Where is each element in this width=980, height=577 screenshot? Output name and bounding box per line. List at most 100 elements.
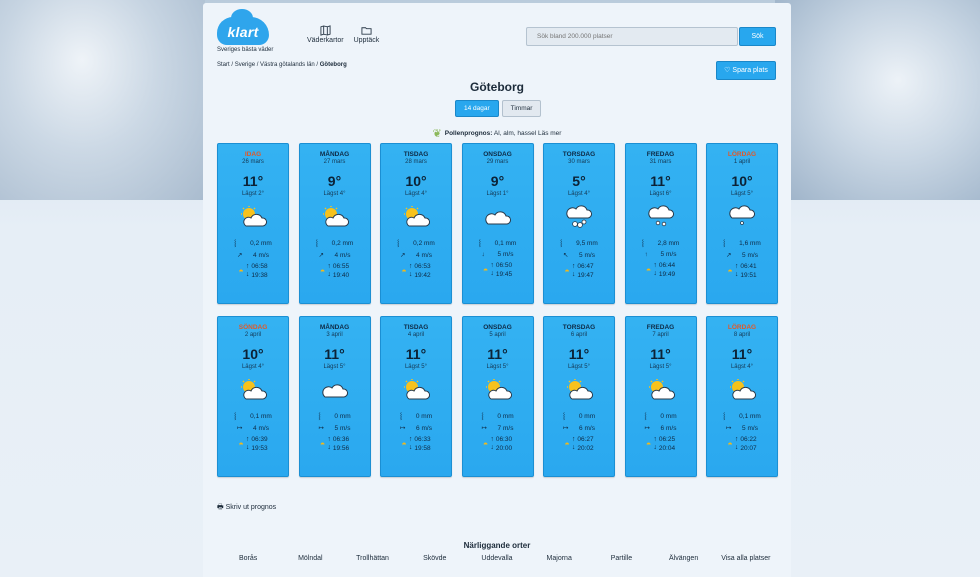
day-name: TISDAG [403,324,429,331]
wind-value: 5 m/s [334,425,351,432]
breadcrumb-home[interactable]: Start [217,62,230,68]
forecast-day-card[interactable]: FREDAG 7 april 11° Lägst 5° ⸾ 0 mm ↦ 6 m/s ◓ ↑ ↓ 06… [624,316,697,477]
up-down-arrows-icon: ↑ ↓ [327,263,331,278]
up-down-arrows-icon: ↑ ↓ [245,263,250,278]
forecast-day-card[interactable]: LÖRDAG 8 april 11° Lägst 4° ⸾ 0,1 mm ↦ 5 m/s ◓ ↑ ↓… [706,316,778,477]
top-nav: Väderkartor Upptäck [307,25,379,44]
forecast-day-card[interactable]: MÅNDAG 27 mars 9° Lägst 4° ⸾ 0,2 mm ↗ 4 m/s ◓ ↑ ↓ 0… [298,143,371,304]
forecast-day-card[interactable]: TISDAG 4 april 11° Lägst 5° ⸾ 0 mm ↦ 6 m/s ◓ ↑ ↓ 06… [380,316,452,477]
forecast-day-card[interactable]: TISDAG 28 mars 10° Lägst 4° ⸾ 0,2 mm ↗ 4 m/s ◓ ↑ ↓… [380,143,452,304]
forecast-day-card[interactable]: SÖNDAG 2 april 10° Lägst 4° ⸾ 0,1 mm ↦ 4 m/s ◓ ↑ ↓… [217,316,289,477]
wind: ↦ 6 m/s [381,424,451,432]
nav-weather-maps[interactable]: Väderkartor [307,25,344,44]
sun-times: ◓ ↑ ↓ 06:50 19:45 [463,261,533,279]
forecast-tabs: 14 dagar Timmar [455,100,542,117]
breadcrumb-country[interactable]: Sverige [235,62,255,68]
sunrise-time: 06:44 [658,262,676,269]
nearby-place-link[interactable]: Visa alla platser [715,555,777,562]
min-temperature: Lägst 5° [649,364,672,370]
rain-icon: ⸾ [315,240,318,247]
nearby-place-link[interactable]: Uddevalla [466,555,528,562]
wind-value: 6 m/s [660,425,677,432]
sun-times: ◓ ↑ ↓ 06:27 20:02 [544,435,614,453]
forecast-day-card[interactable]: FREDAG 31 mars 11° Lägst 6° ⸾ 2,8 mm ↑ 5 m/s ◓ ↑ ↓… [624,143,697,304]
precipitation-value: 0 mm [578,413,596,420]
wind-value: 5 m/s [660,251,677,258]
breadcrumb-current: Göteborg [319,62,347,68]
sunset-time: 19:42 [414,272,431,279]
sunrise-icon: ◓ [727,266,733,276]
nearby-place-link[interactable]: Borås [217,555,279,562]
sunrise-icon: ◓ [564,266,570,276]
sunset-time: 19:53 [251,445,268,452]
forecast-day-card[interactable]: LÖRDAG 1 april 10° Lägst 5° ⸾ 1,6 mm ↗ 5 m/s ◓ ↑ ↓… [706,143,778,304]
main-content: klart Sveriges bästa väder Väderkartor U… [203,3,791,577]
wind-direction-icon: ↗ [400,252,406,259]
sky-background-right [775,0,980,200]
wind-direction-icon: ↑ [644,251,648,258]
sunrise-time: 06:36 [332,436,350,443]
forecast-day-card[interactable]: IDAG 26 mars 11° Lägst 2° ⸾ 0,2 mm ↗ 4 m/s ◓ ↑ ↓ 06… [217,143,289,304]
sunrise-icon: ◓ [401,439,407,449]
rain-icon: ⸾ [723,413,726,420]
forecast-day-card[interactable]: TORSDAG 30 mars 5° Lägst 4° ⸾ 9,5 mm ↖ 5 m/s ◓ ↑ ↓… [543,143,615,304]
nearby-place-link[interactable]: Älvängen [653,555,715,562]
sunset-time: 20:07 [740,445,757,452]
sunset-time: 19:56 [332,445,350,452]
day-name: TORSDAG [562,324,596,331]
precipitation-value: 0 mm [660,413,677,420]
forecast-day-card[interactable]: ONSDAG 29 mars 9° Lägst 1° ⸾ 0,1 mm ↓ 5 m/s ◓ ↑ ↓ 0… [461,143,534,304]
search-input[interactable] [526,27,738,46]
up-down-arrows-icon: ↑ ↓ [490,262,494,277]
sunrise-time: 06:41 [740,263,757,270]
up-down-arrows-icon: ↑ ↓ [653,262,657,277]
max-temperature: 11° [650,346,671,362]
min-temperature: Lägst 5° [567,364,591,370]
breadcrumb-region[interactable]: Västra götalands län [260,62,315,68]
print-forecast-link[interactable]: 🖶 Skriv ut prognos [217,503,276,514]
nearby-place-link[interactable]: Majorna [528,555,590,562]
day-name: LÖRDAG [727,151,757,158]
tab-hours[interactable]: Timmar [501,100,542,117]
sunrise-icon: ◓ [645,439,652,449]
tab-14-days[interactable]: 14 dagar [455,100,499,117]
sunrise-icon: ◓ [645,265,652,275]
sky-background-left [0,0,205,200]
heavy-rain-icon [544,202,614,232]
nearby-place-link[interactable]: Skövde [404,555,466,562]
precipitation-value: 0,2 mm [413,240,435,247]
day-date: 4 april [407,332,425,338]
pollen-read-more-link[interactable]: Läs mer [538,130,561,137]
max-temperature: 11° [731,346,753,362]
wind: ↦ 5 m/s [707,424,777,432]
sun-times: ◓ ↑ ↓ 06:44 19:49 [626,261,696,279]
map-icon [307,25,344,37]
nearby-place-link[interactable]: Mölndal [279,555,341,562]
wind-value: 4 m/s [253,425,269,432]
precipitation: ⸾ 0 mm [381,411,451,420]
forecast-day-card[interactable]: TORSDAG 6 april 11° Lägst 5° ⸾ 0 mm ↦ 6 m/s ◓ ↑ ↓ 0… [543,316,615,477]
forecast-day-card[interactable]: ONSDAG 5 april 11° Lägst 5° ⸾ 0 mm ↦ 7 m/s ◓ ↑ ↓ 06… [461,316,534,477]
wind: ↦ 5 m/s [300,424,370,432]
nearby-place-link[interactable]: Partille [590,555,652,562]
nav-discover-label: Upptäck [353,37,380,44]
forecast-day-card[interactable]: MÅNDAG 3 april 11° Lägst 5° ⸾ 0 mm ↦ 5 m/s ◓ ↑ ↓ 06… [298,316,371,477]
light-rain-icon [707,202,777,232]
sun-times: ◓ ↑ ↓ 06:33 19:58 [381,435,451,453]
nav-discover[interactable]: Upptäck [353,25,380,44]
wind-direction-icon: ↦ [318,425,324,432]
sun-times: ◓ ↑ ↓ 06:53 19:42 [381,262,451,280]
precipitation: ⸾ 0,1 mm [218,411,288,420]
wind-value: 5 m/s [742,252,758,259]
search-button[interactable]: Sök [739,27,776,46]
wind: ↓ 5 m/s [463,251,533,258]
min-temperature: Lägst 5° [323,364,346,370]
precipitation-value: 0 mm [497,413,514,420]
partly-cloudy-icon [300,202,370,232]
nearby-place-link[interactable]: Trollhättan [341,555,403,562]
logo[interactable]: klart Sveriges bästa väder [217,9,273,53]
sunrise-time: 06:25 [658,436,676,443]
save-location-button[interactable]: ♡ Spara plats [716,61,776,80]
day-date: 8 april [733,332,751,338]
logo-text: klart [227,24,259,40]
